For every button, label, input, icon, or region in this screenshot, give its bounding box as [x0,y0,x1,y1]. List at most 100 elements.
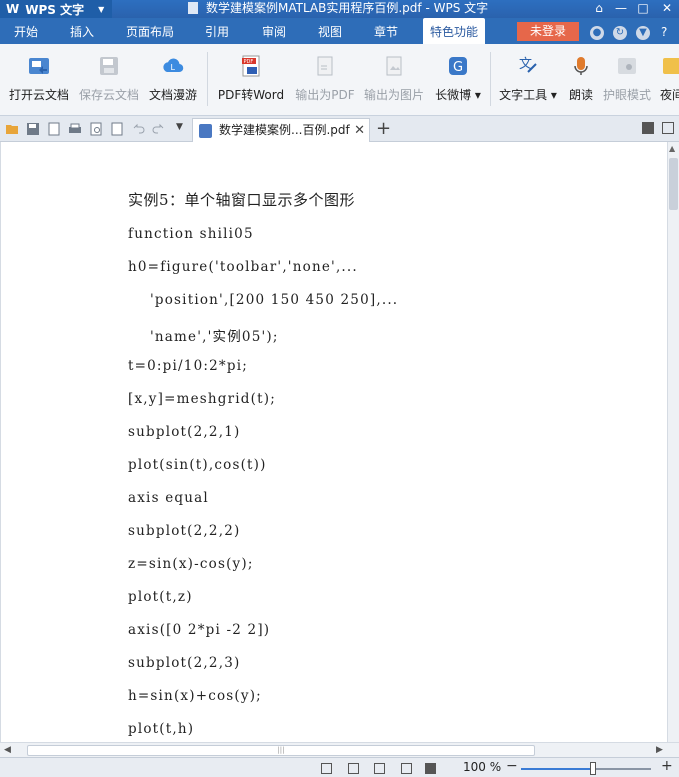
help-glyph: ? [661,25,668,39]
cloud-roam-icon: L [161,54,185,78]
export-image-button[interactable]: 输出为图片 [361,52,427,108]
night-mode-icon [660,54,679,78]
title-bar: W WPS 文字 ▼ 数学建模案例MATLAB实用程序百例.pdf - WPS … [0,0,679,18]
tab-page-layout[interactable]: 页面布局 [126,18,174,44]
restore-window-icon[interactable] [662,122,674,134]
spell-check-icon[interactable] [110,122,124,136]
quick-access-dropdown-icon[interactable]: ▼ [176,122,190,136]
code-line: h=sin(x)+cos(y); [128,688,262,704]
feedback-icon[interactable]: ● [590,26,604,40]
export-pdf-icon [313,54,337,78]
open-cloud-doc-button[interactable]: 打开云文档 [6,52,72,108]
tab-review[interactable]: 审阅 [262,18,286,44]
ribbon-label: 输出为图片 [363,88,424,102]
open-folder-icon[interactable] [5,122,19,136]
horizontal-scroll-thumb[interactable]: ||| [27,745,535,756]
tab-insert[interactable]: 插入 [70,18,94,44]
maximize-icon[interactable]: □ [632,0,654,18]
code-line: [x,y]=meshgrid(t); [128,391,276,407]
menu-bar: 开始 插入 页面布局 引用 审阅 视图 章节 特色功能 未登录 ● ↻ ▼ ? [0,18,679,44]
code-line: 'position',[200 150 450 250],... [128,292,399,308]
zoom-in-icon[interactable]: + [661,758,673,774]
refresh-icon[interactable]: ↻ [613,26,627,40]
outline-view-icon[interactable] [374,763,385,774]
undo-icon[interactable] [131,122,145,136]
svg-text:PDF: PDF [244,59,254,65]
code-line: axis equal [128,490,209,506]
doc-roaming-button[interactable]: L 文档漫游 [146,52,200,108]
ribbon-label: 输出为PDF [295,88,355,102]
open-cloud-icon [27,54,51,78]
ribbon-label: PDF转Word [217,88,285,102]
tab-special-features[interactable]: 特色功能 [423,18,486,44]
code-line: 'name','实例05'); [128,329,279,345]
code-line: subplot(2,2,2) [128,523,241,539]
text-tools-icon: 文 [516,54,540,78]
close-tab-icon[interactable]: ✕ [354,119,365,142]
minimize-icon[interactable]: — [610,0,632,18]
print-preview-icon[interactable] [89,122,103,136]
tab-document[interactable]: 数学建模案例...百例.pdf ✕ [192,118,370,142]
night-mode-button[interactable]: 夜间 [657,52,679,108]
redo-icon[interactable] [152,122,166,136]
text-tools-button[interactable]: 文 文字工具 ▾ [497,52,559,108]
code-line: subplot(2,2,1) [128,424,241,440]
help-icon[interactable]: ? [661,18,667,44]
vertical-scroll-thumb[interactable] [669,158,678,210]
tab-list-icon[interactable] [642,122,654,134]
page-view-icon[interactable] [348,763,359,774]
svg-text:L: L [171,63,176,72]
scroll-left-icon[interactable]: ◀ [4,745,11,755]
eye-care-icon [615,54,639,78]
zoom-slider-knob[interactable] [590,762,596,775]
zoom-out-icon[interactable]: − [506,758,518,774]
tab-view[interactable]: 视图 [318,18,342,44]
chevron-down-icon: ▼ [98,4,105,14]
svg-text:G: G [453,60,463,75]
eye-protect-icon[interactable] [425,763,436,774]
code-line: h0=figure('toolbar','none',... [128,259,358,275]
export-pdf-button[interactable]: 输出为PDF [293,52,357,108]
status-bar: 100 % − + [0,757,679,777]
tab-chapter[interactable]: 章节 [374,18,398,44]
ribbon-label: 护眼模式 [602,88,651,102]
close-icon[interactable]: ✕ [656,0,678,18]
code-line: subplot(2,2,3) [128,655,241,671]
document-page[interactable]: 实例5：单个轴窗口显示多个图形 function shili05 h0=figu… [0,142,667,742]
page-corner-mark [128,142,188,146]
long-weibo-button[interactable]: G 长微博 ▾ [432,52,484,108]
fit-page-icon[interactable] [321,763,332,774]
eye-care-mode-button[interactable]: 护眼模式 [602,52,652,108]
read-aloud-button[interactable]: 朗读 [564,52,598,108]
print-icon[interactable] [68,122,82,136]
app-name: WPS 文字 [25,2,85,17]
zoom-level[interactable]: 100 % [463,760,501,774]
code-line: plot(t,h) [128,721,195,737]
tab-references[interactable]: 引用 [205,18,229,44]
pdf-to-word-icon: PDF [239,54,263,78]
code-line: function shili05 [128,226,254,242]
save-cloud-doc-button[interactable]: 保存云文档 [76,52,142,108]
new-tab-icon[interactable]: + [376,118,391,140]
tab-home[interactable]: 开始 [14,18,38,44]
window-title-wrap: 数学建模案例MATLAB实用程序百例.pdf - WPS 文字 [188,0,488,18]
ribbon-label: 文档漫游 [148,88,197,102]
skin-icon[interactable]: ⌂ [588,0,610,18]
doc-heading: 实例5：单个轴窗口显示多个图形 [128,191,356,209]
ribbon-separator [490,52,491,106]
shirt-icon[interactable]: ▼ [636,26,650,40]
save-icon[interactable] [26,122,40,136]
export-image-icon [382,54,406,78]
zoom-slider[interactable] [521,762,651,775]
scroll-up-icon[interactable]: ▲ [669,144,675,153]
wps-app-menu-button[interactable]: W WPS 文字 ▼ [0,0,112,18]
web-view-icon[interactable] [401,763,412,774]
login-button[interactable]: 未登录 [517,22,579,41]
export-icon[interactable] [47,122,61,136]
vertical-scrollbar[interactable]: ▲ [667,142,679,742]
scroll-right-icon[interactable]: ▶ [656,745,663,755]
horizontal-scrollbar[interactable]: ◀ ||| ▶ [0,742,679,757]
code-line: plot(t,z) [128,589,193,605]
ribbon-label: 夜间 [659,88,679,102]
pdf-to-word-button[interactable]: PDF PDF转Word [214,52,288,108]
